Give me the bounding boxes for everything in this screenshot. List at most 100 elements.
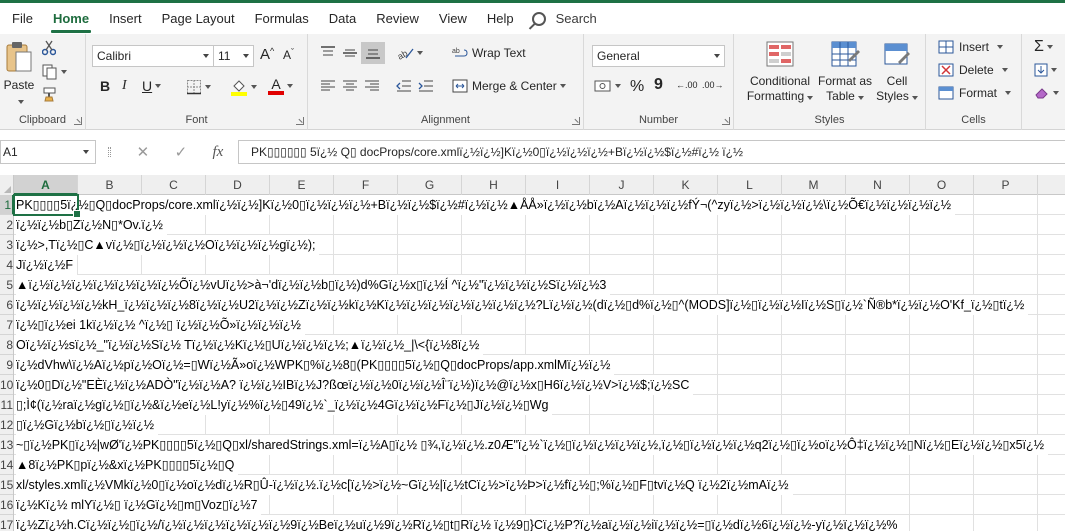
align-left-button[interactable] (320, 79, 336, 93)
comma-style-button[interactable]: 9 (654, 76, 663, 94)
row-header[interactable]: 5 (0, 275, 13, 295)
row-header[interactable]: 16 (0, 495, 13, 515)
cut-button[interactable] (42, 40, 56, 56)
format-as-table-button[interactable]: Format as Table (818, 40, 872, 104)
row-header[interactable]: 14 (0, 455, 13, 475)
column-header-d[interactable]: D (206, 175, 270, 195)
row-header[interactable]: 12 (0, 415, 13, 435)
column-header-a[interactable]: A (14, 175, 78, 195)
format-cells-dropdown-icon[interactable] (1005, 91, 1012, 95)
cell-styles-dropdown-icon[interactable] (911, 96, 918, 100)
underline-dropdown-icon[interactable] (155, 84, 162, 88)
cell-area[interactable]: PK▯▯▯▯5ï¿½▯Q▯docProps/core.xmlï¿½ï¿½]Kï¿… (14, 195, 1065, 531)
font-size-combo[interactable]: 11 (214, 45, 254, 67)
menu-tab-insert[interactable]: Insert (99, 3, 152, 34)
font-color-dropdown-icon[interactable] (287, 84, 293, 88)
delete-cells-dropdown-icon[interactable] (1001, 68, 1008, 72)
name-box[interactable]: A1 (0, 140, 96, 164)
cell-text[interactable]: ▯;Ì¢(ï¿½raï¿½gï¿½▯ï¿½&ï¿½eï¿½L!yï¿½%ï¿½▯… (16, 395, 553, 415)
menu-tab-file[interactable]: File (2, 3, 43, 34)
menu-tab-help[interactable]: Help (477, 3, 524, 34)
cell-text[interactable]: ï¿½dVhw\ï¿½Aï¿½pï¿½Oï¿½=▯Wï¿½Ã»oï¿½WPK▯%… (16, 355, 615, 375)
cell-text[interactable]: ï¿½>,Tï¿½▯C▲vï¿½▯ï¿½ï¿½ï¿½Oï¿½ï¿½ï¿½gï¿½… (16, 235, 320, 255)
menu-tab-view[interactable]: View (429, 3, 477, 34)
column-header-n[interactable]: N (846, 175, 910, 195)
increase-decimal-button[interactable]: ←.00 (676, 80, 698, 90)
column-header-j[interactable]: J (590, 175, 654, 195)
italic-button[interactable]: I (122, 78, 127, 94)
row-header[interactable]: 17 (0, 515, 13, 531)
borders-button[interactable] (186, 79, 211, 95)
menu-tab-home[interactable]: Home (43, 3, 99, 34)
cell-text[interactable]: Jï¿½ï¿½F (16, 255, 77, 275)
fill-color-dropdown-icon[interactable] (251, 85, 257, 89)
cancel-entry-icon[interactable]: ✕ (137, 143, 150, 161)
paste-dropdown-icon[interactable] (17, 100, 24, 104)
orientation-dropdown-icon[interactable] (417, 51, 423, 55)
number-format-combo[interactable]: General (592, 45, 725, 67)
menu-tab-review[interactable]: Review (366, 3, 429, 34)
row-header[interactable]: 4 (0, 255, 13, 275)
format-as-table-dropdown-icon[interactable] (857, 96, 864, 100)
menu-tab-page-layout[interactable]: Page Layout (152, 3, 245, 34)
row-header[interactable]: 11 (0, 395, 13, 415)
merge-center-dropdown-icon[interactable] (559, 84, 566, 88)
accounting-dropdown-icon[interactable] (615, 84, 621, 88)
cell-styles-button[interactable]: Cell Styles (872, 40, 922, 104)
insert-cells-dropdown-icon[interactable] (997, 45, 1004, 49)
borders-dropdown-icon[interactable] (205, 85, 211, 89)
font-size-dropdown-icon[interactable] (243, 54, 249, 58)
number-launcher-icon[interactable] (722, 117, 730, 125)
cell-text[interactable]: ▲8ï¿½PK▯pï¿½&xï¿½PK▯▯▯▯5ï¿½▯Q (16, 455, 239, 475)
row-header[interactable]: 1 (0, 195, 13, 215)
wrap-text-button[interactable]: ab Wrap Text (452, 46, 526, 60)
cell-text[interactable]: ï¿½Kï¿½ mlYï¿½▯ ï¿½Gï¿½▯m▯Voz▯ï¿½7 (16, 495, 262, 515)
middle-align-button[interactable] (342, 46, 358, 60)
row-header[interactable]: 8 (0, 335, 13, 355)
column-header-m[interactable]: M (782, 175, 846, 195)
row-header[interactable]: 10 (0, 375, 13, 395)
copy-button[interactable] (42, 64, 67, 80)
align-right-button[interactable] (364, 79, 380, 93)
font-color-button[interactable]: A (268, 77, 293, 95)
font-name-dropdown-icon[interactable] (203, 54, 209, 58)
column-header-h[interactable]: H (462, 175, 526, 195)
fill-dropdown-icon[interactable] (1051, 68, 1057, 72)
font-launcher-icon[interactable] (296, 117, 304, 125)
cell-text[interactable]: ï¿½ï¿½b▯Zï¿½N▯*Ov.ï¿½ (16, 215, 167, 235)
cell-text[interactable]: ï¿½0▯Dï¿½"EÈï¿½ï¿½ADÒ"ï¿½ï¿½A? ï¿½ï¿½IBï… (16, 375, 694, 395)
row-header[interactable]: 15 (0, 475, 13, 495)
cell-text[interactable]: ï¿½ï¿½ï¿½ï¿½kH_ï¿½ï¿½ï¿½8ï¿½ï¿½U2ï¿½ï¿½Z… (16, 295, 1029, 315)
autosum-button[interactable]: Σ (1034, 38, 1053, 56)
percent-button[interactable]: % (630, 78, 644, 96)
insert-cells-button[interactable]: Insert (938, 40, 1004, 54)
fill-color-button[interactable] (230, 78, 257, 96)
column-header-g[interactable]: G (398, 175, 462, 195)
fill-button[interactable] (1034, 63, 1057, 77)
column-header-b[interactable]: B (78, 175, 142, 195)
row-header[interactable]: 2 (0, 215, 13, 235)
decrease-decimal-button[interactable]: .00→ (702, 80, 724, 90)
column-header-f[interactable]: F (334, 175, 398, 195)
grow-font-button[interactable]: A ^ (260, 46, 274, 64)
clear-button[interactable] (1034, 86, 1059, 100)
delete-cells-button[interactable]: Delete (938, 63, 1008, 77)
conditional-formatting-dropdown-icon[interactable] (807, 96, 814, 100)
underline-button[interactable]: U (142, 78, 162, 94)
row-header[interactable]: 13 (0, 435, 13, 455)
font-name-combo[interactable]: Calibri (92, 45, 214, 67)
increase-indent-button[interactable] (418, 79, 434, 93)
cell-text[interactable]: ~▯ï¿½PK▯ï¿½|wØ'ï¿½PK▯▯▯▯5ï¿½▯Q▯xl/shared… (16, 435, 1049, 455)
format-cells-button[interactable]: Format (938, 86, 1012, 100)
column-header-k[interactable]: K (654, 175, 718, 195)
formula-input[interactable]: PK▯▯▯▯▯▯ 5ï¿½ Q▯ docProps/core.xmlï¿½ï¿½… (238, 140, 1065, 164)
column-header-p[interactable]: P (974, 175, 1038, 195)
menu-tab-formulas[interactable]: Formulas (245, 3, 319, 34)
shrink-font-button[interactable]: Aˇ (283, 47, 294, 62)
format-painter-button[interactable] (42, 86, 58, 102)
cell-text[interactable]: ▯ï¿½Gï¿½bï¿½▯ï¿½ï¿½ (16, 415, 159, 435)
bold-button[interactable]: B (100, 78, 110, 94)
cell-text[interactable]: ï¿½Zï¿½h.Cï¿½ï¿½▯ï¿½/ï¿½ï¿½ï¿½ï¿½ï¿½ï¿½9… (16, 515, 902, 531)
copy-dropdown-icon[interactable] (61, 70, 67, 74)
row-header[interactable]: 9 (0, 355, 13, 375)
